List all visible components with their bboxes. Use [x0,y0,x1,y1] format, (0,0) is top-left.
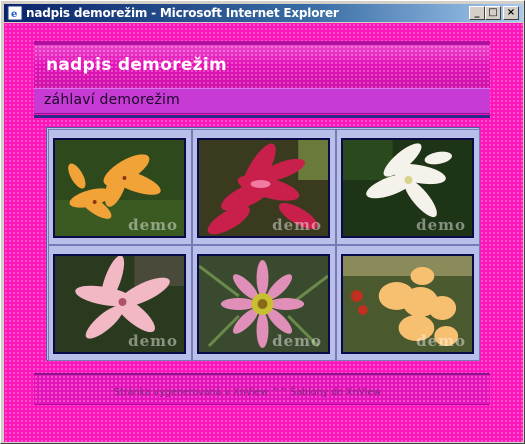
footer-text: Stránka vygenerovaná v XnView ^^ Šablony… [114,387,381,398]
page-subheader: záhlaví demorežim [34,88,490,114]
svg-text:e: e [11,9,17,20]
demo-watermark: demo [272,332,322,350]
thumbnail-peach-gladiolus[interactable]: demo [341,254,474,354]
page-title: nadpis demorežim [46,55,228,75]
page-subtitle: záhlaví demorežim [44,92,180,108]
thumbnail-pink-gazania[interactable]: demo [197,254,330,354]
close-button[interactable]: × [503,6,519,20]
gallery-cell: demo [48,129,192,245]
templates-link[interactable]: Šablony do XnView [290,387,381,398]
internet-explorer-icon: e [7,5,23,21]
gallery-cell: demo [192,129,336,245]
demo-watermark: demo [416,332,466,350]
header-divider [34,115,490,118]
page-header: nadpis demorežim [34,41,490,88]
footer-generated-text: Stránka vygenerovaná v [114,387,231,398]
demo-watermark: demo [272,216,322,234]
thumbnail-red-pink-lily[interactable]: demo [197,138,330,238]
thumbnail-white-lily[interactable]: demo [341,138,474,238]
thumbnail-gallery: demo demo demo demo demo demo [46,127,480,361]
demo-watermark: demo [128,216,178,234]
demo-watermark: demo [416,216,466,234]
gallery-cell: demo [336,245,480,361]
maximize-button[interactable]: □ [485,6,501,20]
browser-window: e nadpis demorežim - Microsoft Internet … [0,0,525,444]
page-viewport[interactable]: nadpis demorežim záhlaví demorežim demo … [4,23,523,442]
page-footer: Stránka vygenerovaná v XnView ^^ Šablony… [34,373,490,405]
gallery-cell: demo [48,245,192,361]
gallery-cell: demo [336,129,480,245]
footer-separator: ^^ [271,387,288,398]
minimize-button[interactable]: _ [469,6,485,20]
thumbnail-orange-lily[interactable]: demo [53,138,186,238]
xnview-link[interactable]: XnView [233,387,268,398]
title-bar[interactable]: e nadpis demorežim - Microsoft Internet … [4,4,523,22]
demo-watermark: demo [128,332,178,350]
thumbnail-pink-lily[interactable]: demo [53,254,186,354]
gallery-cell: demo [192,245,336,361]
window-title: nadpis demorežim - Microsoft Internet Ex… [26,6,339,20]
